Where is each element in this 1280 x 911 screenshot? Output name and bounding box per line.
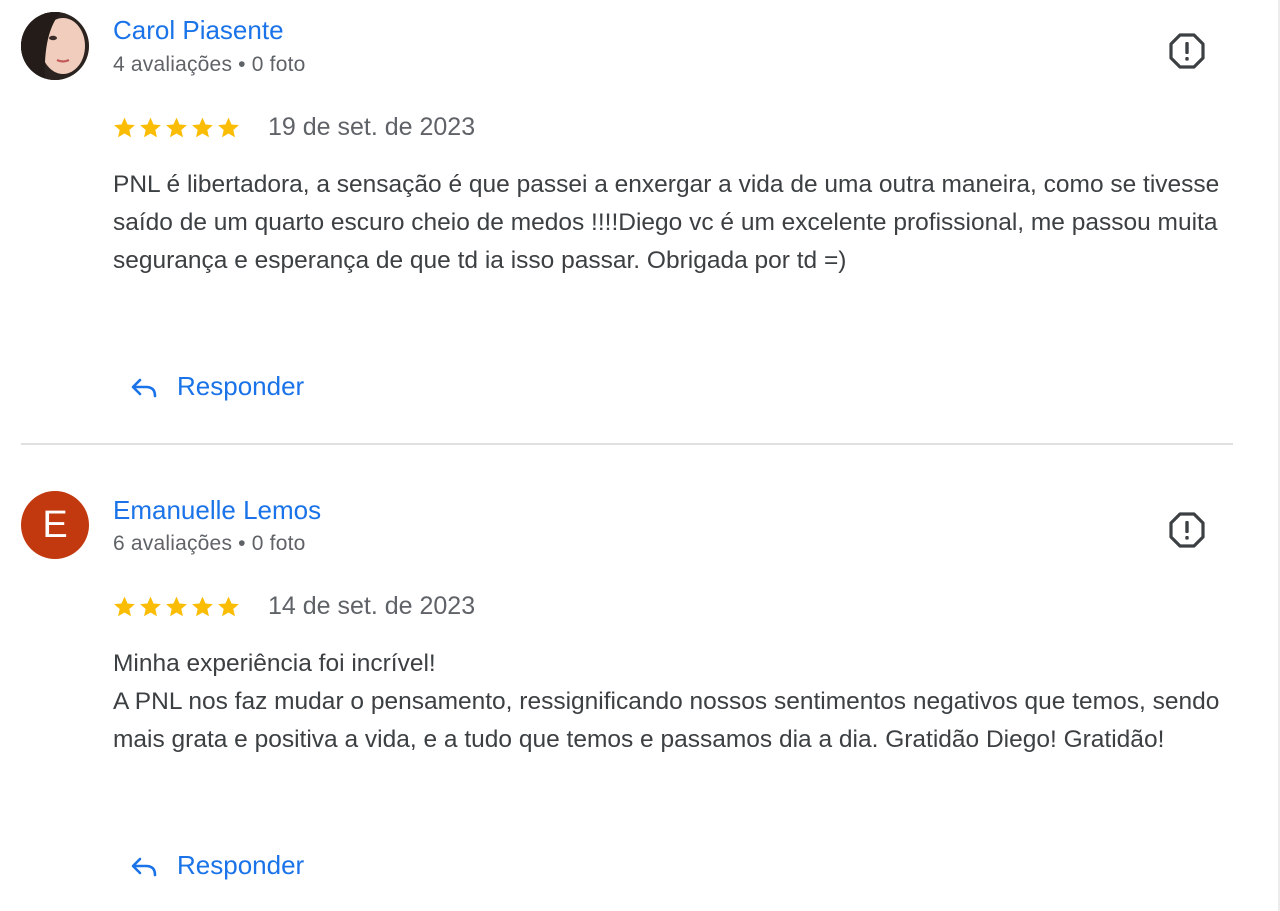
star-icon [140,596,161,617]
reply-arrow-icon [131,857,157,876]
star-icon [192,117,213,138]
profile-photo-icon [21,12,89,80]
review-text: PNL é libertadora, a sensação é que pass… [113,171,1220,274]
star-icon [114,596,135,617]
reply-label: Responder [177,371,305,401]
author-meta: 6 avaliações • 0 foto [113,532,306,555]
star-icon [166,117,187,138]
reviews-panel: Carol Piasente 4 avaliações • 0 foto 19 … [0,0,1280,911]
star-icon [218,117,239,138]
star-icon [218,596,239,617]
divider [21,443,1233,445]
reply-button[interactable]: Responder [129,371,304,402]
review-date: 14 de set. de 2023 [268,592,476,620]
author-name[interactable]: Carol Piasente [113,15,284,46]
report-flag-icon[interactable] [1167,31,1207,71]
author-name[interactable]: Emanuelle Lemos [113,495,321,526]
star-icon [114,117,135,138]
reply-arrow-icon [131,378,157,397]
author-meta: 4 avaliações • 0 foto [113,53,306,76]
report-flag-icon[interactable] [1167,510,1207,550]
star-rating [112,115,241,140]
reply-button[interactable]: Responder [129,850,304,881]
avatar[interactable]: E [21,491,89,559]
review-date: 19 de set. de 2023 [268,113,476,141]
avatar[interactable] [21,12,89,80]
reply-label: Responder [177,850,305,880]
review-text: Minha experiência foi incrível! A PNL no… [113,650,1220,753]
star-icon [192,596,213,617]
star-rating [112,594,241,619]
star-icon [166,596,187,617]
star-icon [140,117,161,138]
